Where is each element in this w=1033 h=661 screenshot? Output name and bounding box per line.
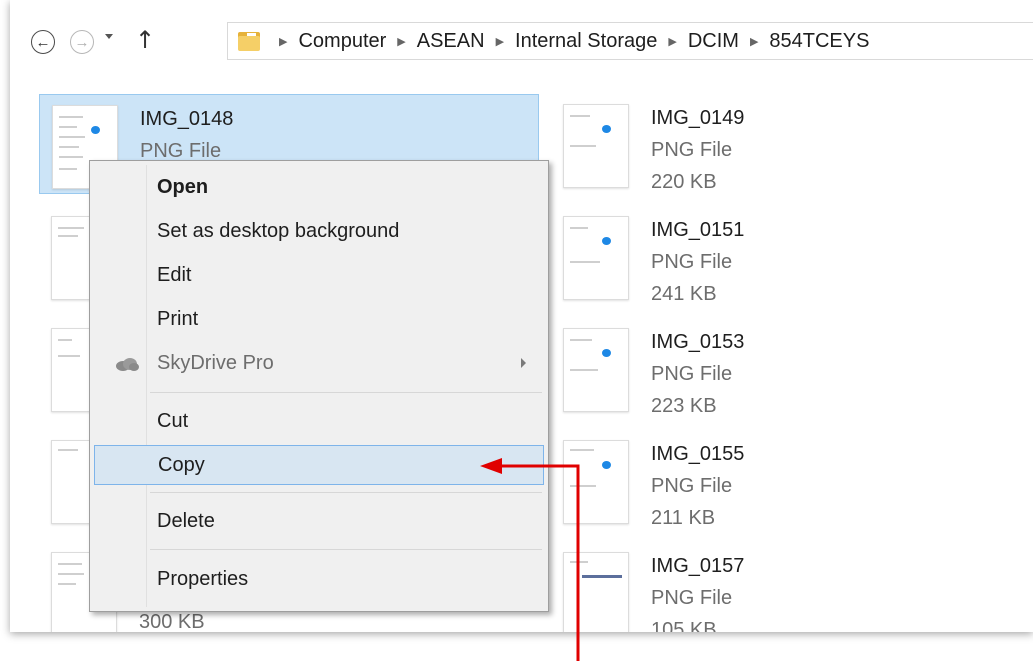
context-menu: Open Set as desktop background Edit Prin… <box>89 160 549 612</box>
file-type: PNG File <box>651 475 733 497</box>
breadcrumb-separator-icon[interactable]: ▶ <box>668 35 676 48</box>
file-size: 223 KB <box>651 395 717 417</box>
menu-item-properties[interactable]: Properties <box>94 559 544 599</box>
breadcrumb-separator-icon[interactable]: ▶ <box>750 35 758 48</box>
file-tile-img-0149[interactable]: IMG_0149 PNG File 220 KB <box>551 94 1033 194</box>
file-type: PNG File <box>651 363 733 385</box>
menu-item-set-desktop-background[interactable]: Set as desktop background <box>94 211 544 251</box>
image-thumbnail <box>563 552 629 632</box>
explorer-window: ← → ↑ ▶ Computer ▶ ASEAN ▶ Internal Stor… <box>10 0 1033 632</box>
folder-icon <box>238 31 260 51</box>
file-size: 211 KB <box>651 507 716 529</box>
menu-item-cut[interactable]: Cut <box>94 401 544 441</box>
breadcrumb-separator-icon[interactable]: ▶ <box>279 35 287 48</box>
address-bar[interactable]: ▶ Computer ▶ ASEAN ▶ Internal Storage ▶ … <box>227 22 1033 60</box>
image-thumbnail <box>563 440 629 524</box>
breadcrumb-computer[interactable]: Computer <box>298 30 386 53</box>
menu-item-label: Set as desktop background <box>157 219 400 242</box>
menu-item-skydrive-pro[interactable]: SkyDrive Pro <box>94 343 544 383</box>
navigation-bar: ← → ↑ ▶ Computer ▶ ASEAN ▶ Internal Stor… <box>10 0 1033 86</box>
file-size: 241 KB <box>651 283 717 305</box>
breadcrumb-separator-icon[interactable]: ▶ <box>496 35 504 48</box>
image-thumbnail <box>563 104 629 188</box>
menu-item-label: SkyDrive Pro <box>157 351 274 374</box>
menu-separator <box>150 549 542 550</box>
file-name: IMG_0151 <box>651 219 745 241</box>
file-tile-img-0155[interactable]: IMG_0155 PNG File 211 KB <box>551 430 1033 530</box>
file-name: IMG_0155 <box>651 443 745 465</box>
breadcrumb-854tceys[interactable]: 854TCEYS <box>769 30 869 53</box>
menu-item-label: Open <box>157 175 209 198</box>
back-arrow-icon: ← <box>35 33 51 51</box>
file-size: 220 KB <box>651 171 717 193</box>
recent-locations-dropdown-icon[interactable] <box>105 34 113 39</box>
image-thumbnail <box>563 216 629 300</box>
menu-item-label: Properties <box>157 567 249 590</box>
file-size: 105 KB <box>651 619 717 632</box>
file-type: PNG File <box>651 251 733 273</box>
menu-separator <box>150 492 542 493</box>
menu-item-label: Edit <box>157 263 192 286</box>
back-button[interactable]: ← <box>31 30 55 54</box>
up-arrow-icon: ↑ <box>135 26 156 54</box>
file-tile-img-0157[interactable]: IMG_0157 PNG File 105 KB <box>551 542 1033 632</box>
image-thumbnail <box>563 328 629 412</box>
cloud-icon <box>116 358 139 371</box>
menu-item-print[interactable]: Print <box>94 299 544 339</box>
menu-separator <box>150 392 542 393</box>
file-name: IMG_0148 <box>140 108 234 130</box>
menu-item-label: Cut <box>157 409 189 432</box>
file-tile-img-0151[interactable]: IMG_0151 PNG File 241 KB <box>551 206 1033 306</box>
menu-item-edit[interactable]: Edit <box>94 255 544 295</box>
file-tile-img-0153[interactable]: IMG_0153 PNG File 223 KB <box>551 318 1033 418</box>
menu-item-label: Copy <box>158 453 205 476</box>
forward-button[interactable]: → <box>70 30 94 54</box>
breadcrumb-internal-storage[interactable]: Internal Storage <box>515 30 657 53</box>
breadcrumb-asean[interactable]: ASEAN <box>417 30 485 53</box>
menu-item-delete[interactable]: Delete <box>94 501 544 541</box>
menu-item-label: Print <box>157 307 199 330</box>
breadcrumb-separator-icon[interactable]: ▶ <box>397 35 405 48</box>
menu-item-copy[interactable]: Copy <box>94 445 544 485</box>
file-type: PNG File <box>651 139 733 161</box>
menu-item-open[interactable]: Open <box>94 167 544 207</box>
forward-arrow-icon: → <box>74 33 90 51</box>
file-type: PNG File <box>651 587 733 609</box>
file-name: IMG_0157 <box>651 555 745 577</box>
up-button[interactable]: ↑ <box>135 26 155 54</box>
submenu-arrow-icon <box>521 358 526 368</box>
breadcrumb-dcim[interactable]: DCIM <box>688 30 739 53</box>
file-name: IMG_0153 <box>651 331 745 353</box>
menu-item-label: Delete <box>157 509 215 532</box>
file-name: IMG_0149 <box>651 107 745 129</box>
